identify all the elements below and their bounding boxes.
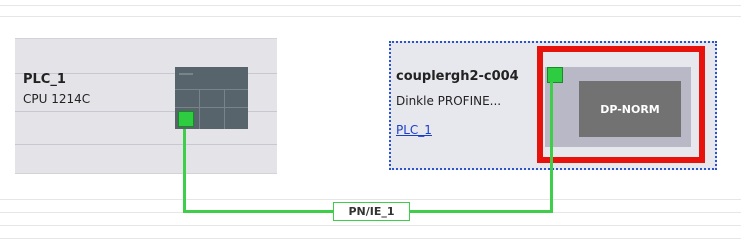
network-label[interactable]: PN/IE_1 [333,202,410,221]
device-row-divider [15,144,277,145]
canvas-gridline [0,199,741,200]
coupler-ethernet-port[interactable] [547,67,563,83]
network-line-plc[interactable] [183,129,186,212]
dp-norm-module[interactable]: DP-NORM [579,81,681,137]
module-detail [175,107,248,108]
module-detail [179,73,193,75]
network-line-coupler[interactable] [550,82,553,213]
plc-device[interactable]: PLC_1 CPU 1214C [15,38,277,174]
plc-ethernet-port[interactable] [178,111,194,127]
coupler-name: couplergh2-c004 [396,69,519,84]
coupler-type: Dinkle PROFINE... [396,94,502,108]
module-detail [199,89,200,129]
canvas-gridline [0,5,741,6]
coupler-module[interactable]: DP-NORM [545,67,691,147]
module-detail [175,89,248,90]
canvas-gridline [0,238,741,239]
canvas-gridline [0,16,741,17]
plc-cpu-module-icon[interactable] [175,67,248,129]
plc-type: CPU 1214C [23,92,91,106]
canvas-gridline [0,225,741,226]
coupler-controller-link[interactable]: PLC_1 [396,123,432,137]
module-detail [224,89,225,129]
plc-name: PLC_1 [23,72,66,87]
coupler-device[interactable]: couplergh2-c004 Dinkle PROFINE... PLC_1 … [389,41,717,170]
